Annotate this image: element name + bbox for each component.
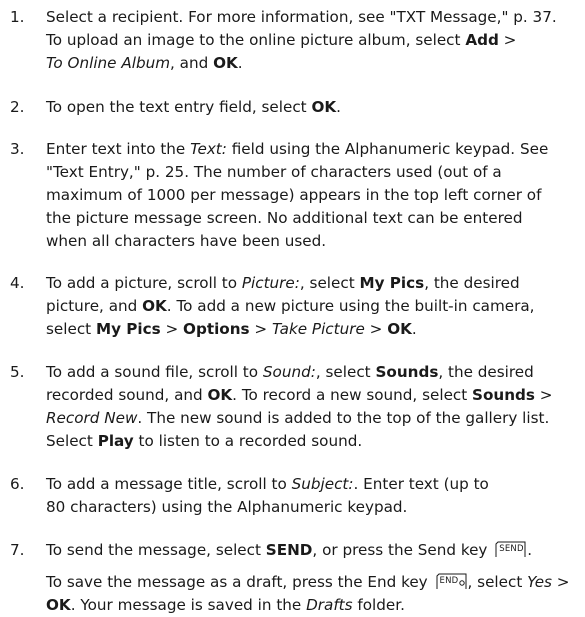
step-text: Enter text into the Text: field using th…	[46, 140, 549, 250]
step-number: 2.	[10, 98, 25, 116]
end-key-icon: END	[436, 572, 468, 590]
step-number: 4.	[10, 274, 25, 292]
step-number: 5.	[10, 363, 25, 381]
end-key-label: END	[439, 576, 459, 586]
draft-text: To save the message as a draft, press th…	[46, 572, 570, 614]
step-text: To add a message title, scroll to Subjec…	[46, 475, 489, 516]
step-number: 6.	[10, 475, 25, 493]
send-key-icon: SEND	[495, 540, 527, 558]
send-key-label: SEND	[499, 544, 524, 554]
step-number: 1.	[10, 8, 25, 26]
step-text: Select a recipient. For more information…	[46, 8, 557, 72]
step-text: To open the text entry field, select OK.	[46, 98, 341, 116]
step-text: To send the message, select SEND, or pre…	[46, 540, 533, 559]
step-number: 7.	[10, 541, 25, 559]
step-number: 3.	[10, 140, 25, 158]
step-text: To add a picture, scroll to Picture:, se…	[46, 274, 535, 338]
step-text: To add a sound file, scroll to Sound:, s…	[46, 363, 553, 450]
